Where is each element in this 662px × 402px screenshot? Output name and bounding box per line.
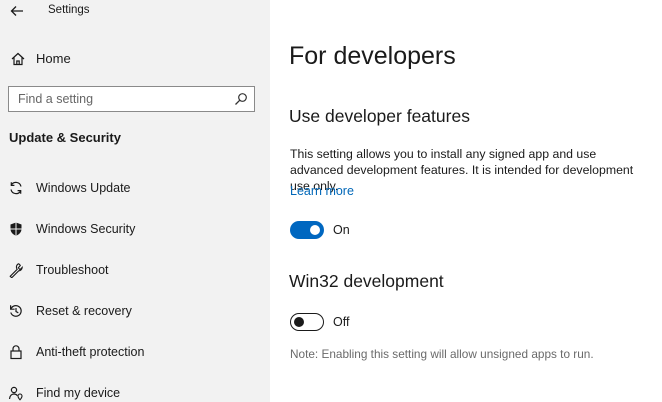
win32-development-toggle[interactable] — [290, 313, 324, 331]
toggle-knob — [294, 316, 304, 327]
toggle-knob — [310, 225, 320, 235]
learn-more-link[interactable]: Learn more — [290, 184, 354, 198]
win32-development-toggle-state: Off — [333, 315, 350, 329]
win32-note: Note: Enabling this setting will allow u… — [290, 347, 594, 361]
developer-features-toggle-state: On — [333, 223, 350, 237]
search-input[interactable]: Find a setting — [8, 86, 255, 112]
sidebar-item-label: Anti-theft protection — [36, 345, 145, 359]
sidebar-item-label: Reset & recovery — [36, 304, 132, 318]
sidebar-item-windows-security[interactable]: Windows Security — [0, 214, 270, 244]
developer-features-toggle[interactable] — [290, 221, 324, 239]
app-title: Settings — [48, 4, 90, 16]
location-person-icon — [8, 386, 23, 401]
win32-development-heading: Win32 development — [289, 271, 444, 291]
wrench-icon — [9, 263, 23, 278]
sidebar-item-label: Windows Security — [36, 222, 136, 236]
sidebar-item-troubleshoot[interactable]: Troubleshoot — [0, 255, 270, 285]
section-title: Update & Security — [9, 130, 121, 145]
sidebar-item-reset-recovery[interactable]: Reset & recovery — [0, 296, 270, 326]
sidebar-item-anti-theft-protection[interactable]: Anti-theft protection — [0, 337, 270, 367]
home-label: Home — [36, 51, 71, 66]
reset-icon — [10, 305, 22, 317]
sidebar-item-home[interactable]: Home — [0, 46, 270, 72]
title-bar: Settings — [0, 0, 270, 22]
back-button[interactable] — [6, 1, 28, 21]
sync-icon — [10, 181, 22, 195]
page-title: For developers — [289, 42, 456, 70]
sidebar-item-label: Windows Update — [36, 181, 131, 195]
developer-features-heading: Use developer features — [289, 106, 470, 126]
sidebar-item-find-my-device[interactable]: Find my device — [0, 378, 270, 402]
sidebar-item-label: Troubleshoot — [36, 263, 109, 277]
shield-icon — [10, 222, 22, 236]
home-icon — [11, 52, 25, 66]
sidebar-item-label: Find my device — [36, 386, 121, 400]
lock-icon — [10, 345, 22, 360]
search-placeholder: Find a setting — [18, 92, 94, 106]
sidebar-item-windows-update[interactable]: Windows Update — [0, 173, 270, 203]
search-icon[interactable] — [234, 92, 248, 106]
sidebar: Settings Home Find a setting Update & Se… — [0, 0, 270, 402]
back-arrow-icon — [10, 6, 23, 16]
